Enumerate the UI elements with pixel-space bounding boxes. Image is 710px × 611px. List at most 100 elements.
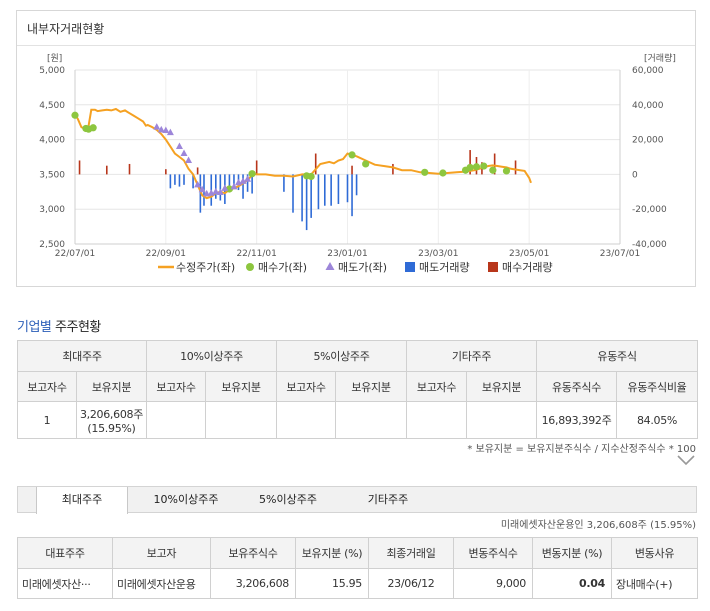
section-title: 기업별 주주현황 [17, 316, 101, 335]
legend-sell-swatch [325, 262, 335, 270]
sub-header: 보고자수 [276, 371, 336, 402]
group-header: 10%이상주주 [146, 340, 277, 372]
sub-header: 보고자수 [406, 371, 468, 402]
x-tick-label: 23/07/01 [600, 249, 640, 259]
cell-empty [334, 401, 408, 439]
column-header: 대표주주 [17, 537, 113, 569]
sell-price-point [153, 123, 161, 130]
buy-price-point [307, 172, 315, 181]
sell-volume-bar [183, 174, 185, 185]
legend-buy-volume-swatch [488, 262, 498, 272]
column-header: 최종거래일 [368, 537, 454, 569]
sell-volume-bar [310, 174, 312, 218]
cell-empty [466, 401, 538, 439]
cell-float-ratio: 84.05% [616, 401, 699, 439]
column-header: 변동주식수 [453, 537, 533, 569]
tab-10pct-holder[interactable]: 10%이상주주 [136, 487, 236, 513]
y-right-tick-label: 60,000 [632, 66, 664, 76]
tab-largest-holder[interactable]: 최대주주 [36, 487, 128, 514]
buy-price-point [472, 163, 481, 171]
legend-buy-volume-label: 매수거래량 [502, 261, 553, 274]
buy-price-point [362, 160, 370, 168]
legend-buy-label: 매수가(좌) [258, 261, 307, 274]
shareholder-summary-table: 최대주주 10%이상주주 5%이상주주 기타주주 유동주식 보고자수 보유지분 … [17, 340, 699, 439]
sell-volume-bar [351, 174, 353, 217]
buy-price-point [439, 169, 447, 177]
column-header: 보유주식수 [210, 537, 296, 569]
price-line [74, 107, 532, 200]
cell-empty [276, 401, 336, 439]
sell-volume-bar [283, 174, 285, 192]
group-header: 유동주식 [536, 340, 699, 372]
buy-price-point [421, 168, 429, 176]
cell-last-trade-date: 23/06/12 [368, 568, 454, 599]
buy-volume-bar [105, 165, 108, 175]
holding-shares: 3,206,608주 [79, 407, 144, 421]
sub-header: 보유지분 [466, 371, 538, 402]
legend-price-label: 수정주가(좌) [176, 261, 235, 274]
cell-change-pct: 0.04 [532, 568, 612, 599]
y-right-tick-label: 40,000 [632, 101, 664, 111]
cell-reporter: 미래에셋자산운용 [112, 568, 211, 599]
group-header-row: 최대주주 10%이상주주 5%이상주주 기타주주 유동주식 [17, 340, 699, 372]
buy-volume-bar [128, 163, 131, 175]
y-right-tick-label: 20,000 [632, 136, 664, 146]
sub-header: 보유지분 [205, 371, 277, 402]
sub-header-row: 보고자수 보유지분 보고자수 보유지분 보고자수 보유지분 보고자수 보유지분 … [17, 371, 699, 402]
group-header: 기타주주 [406, 340, 538, 372]
column-header: 보유지분 (%) [295, 537, 369, 569]
legend-sell-label: 매도가(좌) [338, 261, 387, 274]
sell-volume-bar [330, 174, 332, 206]
y-left-tick-label: 4,000 [39, 136, 65, 146]
sub-header: 보유지분 [76, 371, 147, 402]
sell-volume-bar [178, 174, 181, 187]
holder-header-row: 대표주주 보고자 보유주식수 보유지분 (%) 최종거래일 변동주식수 변동지분… [17, 537, 698, 569]
sell-price-point [180, 149, 188, 157]
y-left-tick-label: 4,500 [39, 101, 65, 111]
x-tick-label: 23/01/01 [327, 249, 367, 259]
y-right-tick-label: -20,000 [632, 205, 667, 215]
buy-volume-bar [78, 160, 81, 175]
group-header: 5%이상주주 [275, 340, 408, 372]
x-tick-label: 22/07/01 [55, 249, 95, 259]
tab-5pct-holder[interactable]: 5%이상주주 [240, 487, 336, 513]
legend-sell-volume-swatch [405, 262, 415, 272]
holding-footnote: * 보유지분 = 보유지분주식수 / 지수산정주식수 * 100 [467, 444, 696, 455]
group-header: 최대주주 [17, 340, 147, 372]
buy-price-point [502, 167, 511, 175]
y-left-tick-label: 3,000 [39, 205, 65, 215]
buy-price-point [466, 163, 474, 172]
y-right-tick-label: 0 [632, 170, 638, 180]
chevron-down-icon[interactable] [676, 453, 696, 467]
cell-main-holder[interactable]: 미래에셋자산··· [17, 568, 113, 599]
section-title-rest: 주주현황 [51, 320, 101, 335]
buy-volume-bar [196, 167, 199, 175]
sell-price-point [175, 142, 183, 150]
buy-price-point [89, 124, 97, 132]
tab-other-holder[interactable]: 기타주주 [343, 487, 433, 513]
sell-volume-bar [169, 174, 172, 189]
sell-volume-bar [323, 174, 326, 206]
holder-tabs: 최대주주 10%이상주주 5%이상주주 기타주주 [17, 486, 697, 514]
holder-summary-text: 미래에셋자산운용인 3,206,608주 (15.95%) [500, 520, 696, 531]
sub-header: 유동주식수 [536, 371, 618, 402]
cell-empty [205, 401, 277, 439]
column-header: 변동지분 (%) [532, 537, 612, 569]
sell-volume-bar [214, 174, 217, 199]
x-tick-label: 22/09/01 [146, 249, 186, 259]
sub-header: 보고자수 [17, 371, 77, 402]
y-left-tick-label: 5,000 [39, 66, 65, 76]
sell-volume-bar [292, 174, 294, 213]
cell-holding-pct: 15.95 [295, 568, 369, 599]
x-tick-label: 23/05/01 [509, 249, 549, 259]
cell-change-reason: 장내매수(+) [611, 568, 698, 599]
table-row: 1 3,206,608주 (15.95%) 16,893,392주 84.05% [17, 401, 699, 439]
column-header: 보고자 [112, 537, 211, 569]
section-title-highlight: 기업별 [17, 320, 52, 335]
cell-empty [146, 401, 206, 439]
x-tick-label: 23/03/01 [418, 249, 458, 259]
cell-float-shares: 16,893,392주 [536, 401, 618, 439]
buy-price-point [489, 166, 497, 174]
sell-price-point [185, 156, 193, 163]
buy-price-point [248, 170, 256, 178]
